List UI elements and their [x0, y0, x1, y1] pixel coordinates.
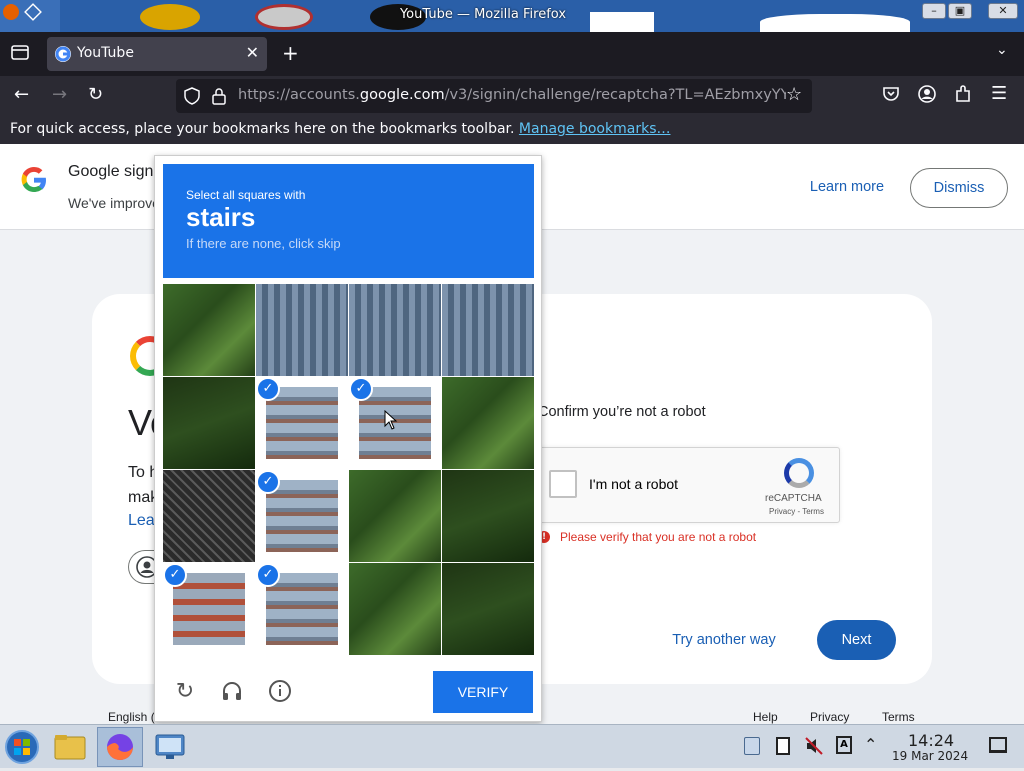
- dismiss-button[interactable]: Dismiss: [910, 168, 1008, 208]
- close-tab-icon[interactable]: ✕: [246, 43, 259, 62]
- extensions-icon[interactable]: [954, 85, 972, 108]
- tile-selected-check-icon: ✓: [256, 377, 280, 401]
- minimize-button[interactable]: –: [922, 3, 946, 19]
- tab-bar: YouTube ✕ + ⌄: [0, 32, 1024, 76]
- captcha-tile[interactable]: [163, 470, 255, 562]
- card-link[interactable]: Lea: [128, 512, 155, 530]
- captcha-challenge-popup: Select all squares with stairs If there …: [154, 155, 542, 722]
- recaptcha-label: I'm not a robot: [589, 476, 679, 492]
- forward-icon[interactable]: →: [52, 84, 67, 105]
- pocket-icon[interactable]: [882, 85, 900, 108]
- recaptcha-checkbox[interactable]: [549, 470, 577, 498]
- error-message: Please verify that you are not a robot: [560, 530, 757, 544]
- recaptcha-logo-icon: [784, 458, 814, 488]
- captcha-tile[interactable]: ✓: [256, 470, 348, 562]
- recaptcha-brand: reCAPTCHA: [765, 493, 822, 504]
- clock-date[interactable]: 19 Mar 2024: [892, 749, 968, 763]
- confirm-robot-text: Confirm you’re not a robot: [538, 404, 706, 420]
- footer-terms-link[interactable]: Terms: [882, 710, 915, 724]
- language-selector[interactable]: English (: [108, 710, 155, 724]
- captcha-tile-image: [266, 387, 338, 459]
- url-bar[interactable]: https://accounts.google.com/v3/signin/ch…: [176, 79, 812, 113]
- captcha-tile-image: [266, 480, 338, 552]
- captcha-tile[interactable]: [442, 377, 534, 469]
- tab-youtube[interactable]: YouTube ✕: [47, 37, 267, 71]
- captcha-tile[interactable]: [442, 563, 534, 655]
- recaptcha-terms[interactable]: Privacy - Terms: [769, 507, 824, 516]
- url-text: https://accounts.google.com/v3/signin/ch…: [238, 87, 801, 103]
- list-tabs-icon[interactable]: ⌄: [996, 42, 1008, 58]
- lock-icon[interactable]: [212, 87, 226, 109]
- window-title-bar: YouTube — Mozilla Firefox – ▣ ✕: [0, 0, 1024, 32]
- reload-challenge-icon[interactable]: ↻: [172, 679, 198, 705]
- tray-notes-icon[interactable]: [776, 737, 790, 755]
- info-icon[interactable]: [267, 679, 293, 705]
- captcha-tile[interactable]: [349, 470, 441, 562]
- captcha-tile[interactable]: [349, 563, 441, 655]
- captcha-tile[interactable]: [442, 470, 534, 562]
- tile-selected-check-icon: ✓: [349, 377, 373, 401]
- captcha-tile[interactable]: [442, 284, 534, 376]
- shield-icon[interactable]: [184, 87, 200, 109]
- taskbar: A ⌃ 14:24 19 Mar 2024: [0, 724, 1024, 768]
- tab-title: YouTube: [77, 45, 134, 61]
- tile-selected-check-icon: ✓: [256, 470, 280, 494]
- file-manager-icon[interactable]: [50, 727, 96, 767]
- new-tab-icon[interactable]: +: [282, 41, 299, 65]
- captcha-tile[interactable]: ✓: [256, 563, 348, 655]
- captcha-tile[interactable]: [256, 284, 348, 376]
- tray-expand-icon[interactable]: ⌃: [864, 735, 877, 754]
- learn-more-button[interactable]: Learn more: [796, 168, 898, 208]
- clock-time[interactable]: 14:24: [908, 731, 954, 750]
- tray-clipboard-icon[interactable]: [744, 737, 760, 755]
- reload-icon[interactable]: ↻: [88, 84, 103, 105]
- volume-muted-icon[interactable]: [804, 736, 824, 760]
- close-window-button[interactable]: ✕: [988, 3, 1018, 19]
- footer-help-link[interactable]: Help: [753, 710, 778, 724]
- window-title: YouTube — Mozilla Firefox: [399, 7, 567, 22]
- captcha-tile[interactable]: [349, 284, 441, 376]
- captcha-tile[interactable]: ✓: [163, 563, 255, 655]
- menu-icon[interactable]: ☰: [991, 83, 1007, 104]
- show-desktop-icon[interactable]: [989, 737, 1007, 753]
- google-favicon-icon: [55, 46, 71, 62]
- next-button[interactable]: Next: [817, 620, 896, 660]
- banner-subtitle: We've improve: [68, 195, 160, 211]
- manage-bookmarks-link[interactable]: Manage bookmarks…: [519, 121, 671, 137]
- captcha-tile[interactable]: [163, 284, 255, 376]
- captcha-tile-image: [173, 573, 245, 645]
- account-icon[interactable]: [918, 85, 936, 108]
- audio-challenge-icon[interactable]: [219, 679, 245, 705]
- captcha-target: stairs: [186, 202, 256, 232]
- recaptcha-widget: I'm not a robot reCAPTCHA Privacy - Term…: [538, 447, 840, 523]
- bookmark-star-icon[interactable]: ☆: [786, 84, 803, 105]
- footer-privacy-link[interactable]: Privacy: [810, 710, 849, 724]
- bookmarks-toolbar: For quick access, place your bookmarks h…: [0, 116, 1024, 144]
- captcha-tile-image: [266, 573, 338, 645]
- captcha-image-grid: ✓ ✓ ✓ ✓ ✓: [163, 284, 534, 655]
- tile-selected-check-icon: ✓: [163, 563, 187, 587]
- captcha-tile[interactable]: [163, 377, 255, 469]
- navigation-bar: ← → ↻ https://accounts.google.com/v3/sig…: [0, 76, 1024, 116]
- bookmarks-hint: For quick access, place your bookmarks h…: [10, 121, 671, 137]
- tab-overview-icon[interactable]: [10, 42, 30, 67]
- tray-keyboard-icon[interactable]: A: [836, 736, 852, 754]
- mouse-cursor-icon: [384, 409, 398, 434]
- captcha-tile[interactable]: ✓: [256, 377, 348, 469]
- firefox-taskbar-icon[interactable]: [97, 727, 143, 767]
- back-icon[interactable]: ←: [14, 84, 29, 105]
- tile-selected-check-icon: ✓: [256, 563, 280, 587]
- verify-button[interactable]: VERIFY: [433, 671, 533, 713]
- google-logo-icon: [20, 166, 48, 198]
- maximize-button[interactable]: ▣: [948, 3, 972, 19]
- system-settings-icon[interactable]: [150, 727, 196, 767]
- start-menu-icon[interactable]: [2, 727, 48, 767]
- banner-title: Google sign: [68, 163, 154, 180]
- captcha-hint: If there are none, click skip: [186, 236, 341, 251]
- captcha-header: Select all squares with stairs If there …: [163, 164, 534, 278]
- try-another-way-button[interactable]: Try another way: [658, 620, 790, 660]
- captcha-instruction: Select all squares with: [186, 188, 306, 202]
